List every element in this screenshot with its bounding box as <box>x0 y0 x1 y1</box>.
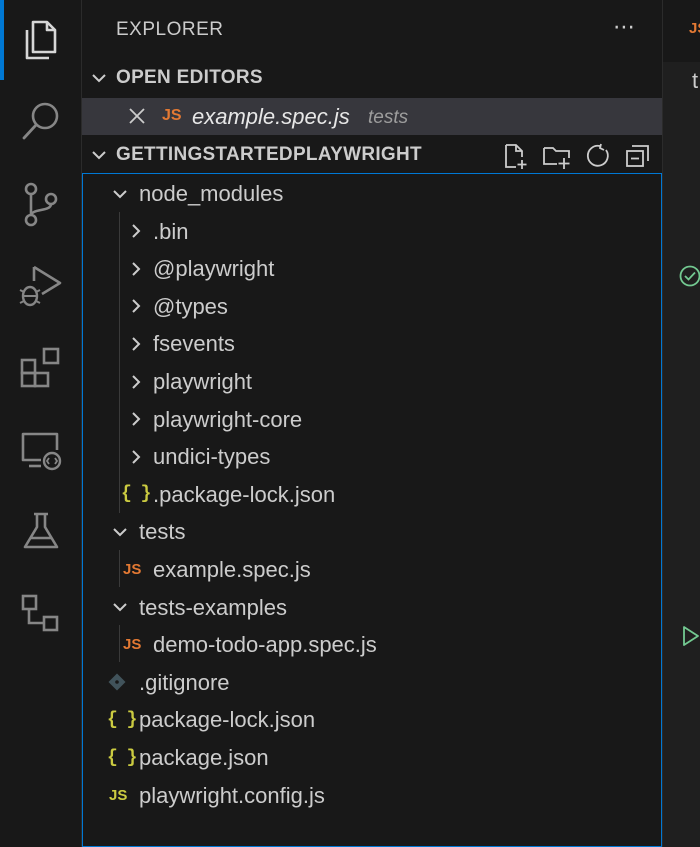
run-debug-icon <box>19 265 62 307</box>
tree-item-label: .package-lock.json <box>153 481 336 507</box>
folder-row-types[interactable]: @types <box>83 288 661 325</box>
folder-row-tests-examples[interactable]: tests-examples <box>83 589 661 626</box>
js-file-icon: JS <box>123 561 142 578</box>
files-icon <box>25 20 57 60</box>
check-circle-icon[interactable] <box>679 265 700 287</box>
diagram-icon <box>21 594 59 632</box>
more-actions-button[interactable]: ⋯ <box>613 16 636 38</box>
file-tree: node_modules .bin @playwright @types fsevent… <box>82 173 662 847</box>
file-row-playwright-config-js[interactable]: JS playwright.config.js <box>83 777 661 814</box>
folder-row-fsevents[interactable]: fsevents <box>83 325 661 362</box>
tree-item-label: @types <box>153 293 228 319</box>
open-editor-description: tests <box>368 107 409 128</box>
run-debug-activity[interactable] <box>0 246 82 326</box>
search-activity[interactable] <box>0 82 82 162</box>
tree-item-label: example.spec.js <box>153 557 311 582</box>
vscode-window: EXPLORER ⋯ OPEN EDITORS JS example.spec.… <box>0 0 700 847</box>
folder-row-undici-types[interactable]: undici-types <box>83 438 661 475</box>
sidebar-header: EXPLORER ⋯ <box>82 0 662 60</box>
extensions-icon <box>20 347 60 388</box>
js-file-icon: JS <box>162 107 182 124</box>
chevron-right-icon <box>127 288 145 325</box>
editor-area: JS t <box>662 0 700 847</box>
tree-item-label: @playwright <box>153 256 275 282</box>
source-control-icon <box>24 182 58 227</box>
open-editors-label: OPEN EDITORS <box>116 67 263 88</box>
new-file-icon[interactable] <box>502 142 530 170</box>
remote-explorer-activity[interactable] <box>0 410 82 490</box>
tree-item-label: undici-types <box>153 444 271 470</box>
file-row-package-json[interactable]: { } package.json <box>83 739 661 776</box>
folder-row-tests[interactable]: tests <box>83 513 661 550</box>
chevron-right-icon <box>127 401 145 438</box>
activity-bar <box>0 0 82 847</box>
tree-item-label: playwright <box>153 369 253 394</box>
collapse-all-icon[interactable] <box>624 142 652 170</box>
open-editors-header[interactable]: OPEN EDITORS <box>82 60 662 96</box>
editor-tab[interactable]: JS <box>663 0 700 62</box>
tree-item-label: tests-examples <box>139 594 287 620</box>
tree-item-label: package.json <box>139 745 269 770</box>
search-icon <box>22 102 59 140</box>
flask-icon <box>23 512 59 549</box>
tree-item-label: demo-todo-app.spec.js <box>153 632 377 658</box>
source-control-activity[interactable] <box>0 164 82 244</box>
file-row-package-lock-json[interactable]: { } .package-lock.json <box>83 476 661 513</box>
json-file-icon: { } <box>107 747 137 768</box>
chevron-down-icon <box>92 151 106 160</box>
remote-explorer-icon <box>21 432 62 471</box>
timeline-activity[interactable] <box>0 574 82 654</box>
js-config-file-icon: JS <box>109 786 128 804</box>
tree-item-label: .gitignore <box>139 669 230 695</box>
tree-item-label: playwright.config.js <box>139 782 325 808</box>
file-row-package-lock-json[interactable]: { } package-lock.json <box>83 701 661 738</box>
json-file-icon: { } <box>107 709 137 730</box>
new-folder-icon[interactable] <box>542 142 572 170</box>
folder-row-bin[interactable]: .bin <box>83 213 661 250</box>
chevron-right-icon <box>127 213 145 250</box>
workspace-header[interactable]: GETTINGSTARTEDPLAYWRIGHT <box>82 137 662 173</box>
run-test-icon[interactable] <box>681 625 700 647</box>
tree-item-label: tests <box>139 519 186 545</box>
json-file-icon: { } <box>121 484 151 505</box>
refresh-icon[interactable] <box>584 142 612 170</box>
folder-row-playwright[interactable]: playwright <box>83 363 661 400</box>
git-file-icon <box>107 664 127 701</box>
folder-row-playwright-core[interactable]: playwright-core <box>83 401 661 438</box>
explorer-activity[interactable] <box>0 0 82 80</box>
js-file-icon: JS <box>689 20 700 37</box>
sidebar-title: EXPLORER <box>116 19 224 40</box>
file-row-example-spec-js[interactable]: JS example.spec.js <box>83 551 661 588</box>
workspace-label: GETTINGSTARTEDPLAYWRIGHT <box>116 144 422 165</box>
tree-item-label: package-lock.json <box>139 707 316 733</box>
extensions-activity[interactable] <box>0 328 82 408</box>
folder-row-playwright[interactable]: @playwright <box>83 250 661 287</box>
testing-activity[interactable] <box>0 492 82 572</box>
chevron-down-icon <box>92 74 106 83</box>
file-row-gitignore[interactable]: .gitignore <box>83 664 661 701</box>
close-icon[interactable] <box>128 107 146 125</box>
chevron-down-icon <box>111 513 129 550</box>
open-editor-item[interactable]: JS example.spec.js tests <box>82 98 662 135</box>
chevron-down-icon <box>111 175 129 212</box>
chevron-right-icon <box>127 250 145 287</box>
open-editor-filename: example.spec.js <box>192 104 350 129</box>
code-text: t <box>692 68 699 93</box>
folder-row-node-modules[interactable]: node_modules <box>83 175 661 212</box>
tree-item-label: .bin <box>153 218 189 244</box>
chevron-down-icon <box>111 589 129 626</box>
js-file-icon: JS <box>123 636 142 654</box>
tree-item-label: playwright-core <box>153 406 303 432</box>
chevron-right-icon <box>127 363 145 400</box>
chevron-right-icon <box>127 325 145 362</box>
tree-item-label: fsevents <box>153 331 235 357</box>
file-row-demo-todo-app-spec-js[interactable]: JS demo-todo-app.spec.js <box>83 626 661 663</box>
chevron-right-icon <box>127 438 145 475</box>
explorer-sidebar: EXPLORER ⋯ OPEN EDITORS JS example.spec.… <box>82 0 662 847</box>
tree-item-label: node_modules <box>139 181 284 206</box>
